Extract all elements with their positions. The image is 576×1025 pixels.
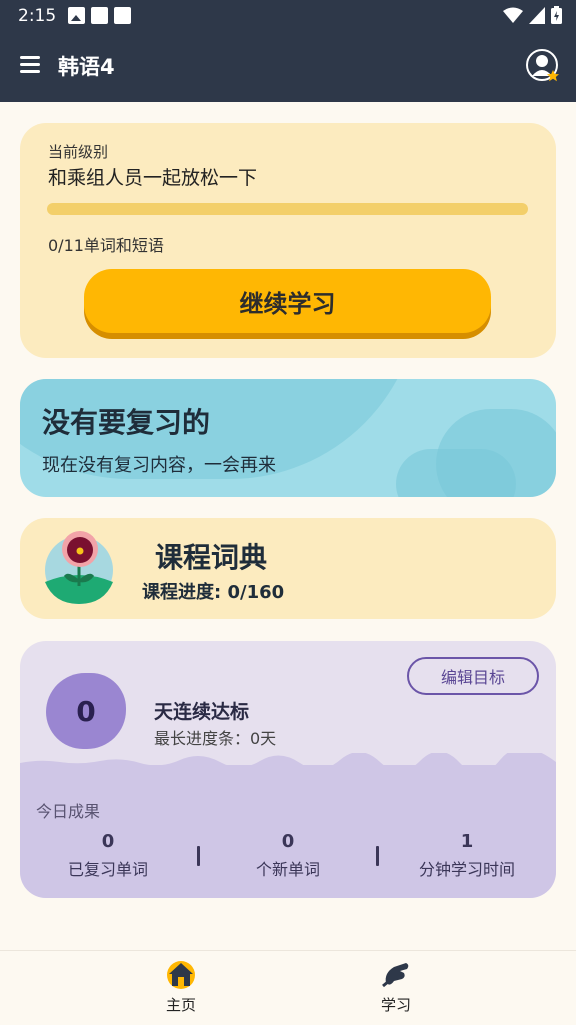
- nav-learn-label: 学习: [380, 996, 411, 1014]
- nav-home[interactable]: 主页: [141, 959, 221, 1015]
- course-title: 韩语4: [58, 55, 115, 79]
- stat-divider: [376, 846, 379, 866]
- menu-icon: [20, 56, 40, 59]
- gallery-notification-icon: [68, 7, 85, 24]
- level-progress-bar: [47, 203, 528, 215]
- level-name: 和乘组人员一起放松一下: [48, 167, 258, 189]
- dictionary-title: 课程词典: [155, 541, 268, 574]
- streak-card: 0 天连续达标 最长进度条：0天 编辑目标 今日成果 0 已复习单词 0 个新单…: [20, 641, 556, 898]
- review-subtitle: 现在没有复习内容，一会再来: [42, 455, 276, 476]
- stat-value: 0: [101, 831, 115, 852]
- words-count: 0/11单词和短语: [48, 236, 164, 255]
- learn-icon: [382, 963, 409, 988]
- study-minutes-stat: 1 分钟学习时间: [387, 831, 547, 880]
- new-words-stat: 0 个新单词: [208, 831, 368, 880]
- stat-divider: [197, 846, 200, 866]
- status-time: 2:15: [18, 6, 57, 26]
- edit-goal-button[interactable]: 编辑目标: [407, 657, 539, 695]
- review-card[interactable]: 没有要复习的 现在没有复习内容，一会再来: [20, 379, 556, 497]
- reviewed-words-stat: 0 已复习单词: [28, 831, 188, 880]
- course-dictionary-card[interactable]: 课程词典 课程进度: 0/160: [20, 518, 556, 619]
- current-level-card: 当前级别 和乘组人员一起放松一下 0/11单词和短语 继续学习: [20, 123, 556, 358]
- stat-label: 个新单词: [255, 860, 320, 879]
- bottom-navigation: 主页 学习: [0, 950, 576, 1025]
- signal-icon: [529, 6, 545, 24]
- app-bar: 韩语4: [0, 32, 576, 102]
- nav-home-label: 主页: [165, 996, 196, 1014]
- current-level-label: 当前级别: [48, 143, 109, 161]
- review-title: 没有要复习的: [42, 406, 211, 439]
- profile-button[interactable]: [526, 49, 560, 83]
- notes-notification-icon: [91, 7, 108, 24]
- star-icon: [547, 70, 559, 82]
- wifi-icon: [503, 7, 523, 23]
- status-bar: 2:15: [0, 0, 576, 32]
- stat-value: 1: [460, 831, 474, 852]
- stat-label: 分钟学习时间: [418, 860, 515, 879]
- continue-learning-button[interactable]: 继续学习: [84, 269, 491, 333]
- menu-button[interactable]: [20, 56, 40, 76]
- flower-icon: [45, 531, 113, 604]
- stat-label: 已复习单词: [67, 860, 148, 879]
- battery-icon: [551, 6, 562, 24]
- streak-title: 天连续达标: [154, 701, 250, 723]
- streak-days-badge: 0: [46, 673, 126, 749]
- course-progress: 课程进度: 0/160: [142, 582, 285, 603]
- nav-learn[interactable]: 学习: [356, 959, 436, 1015]
- longest-streak: 最长进度条：0天: [154, 729, 277, 748]
- home-icon: [167, 961, 195, 989]
- stat-value: 0: [281, 831, 295, 852]
- app-notification-icon: [114, 7, 131, 24]
- today-results-label: 今日成果: [36, 802, 101, 821]
